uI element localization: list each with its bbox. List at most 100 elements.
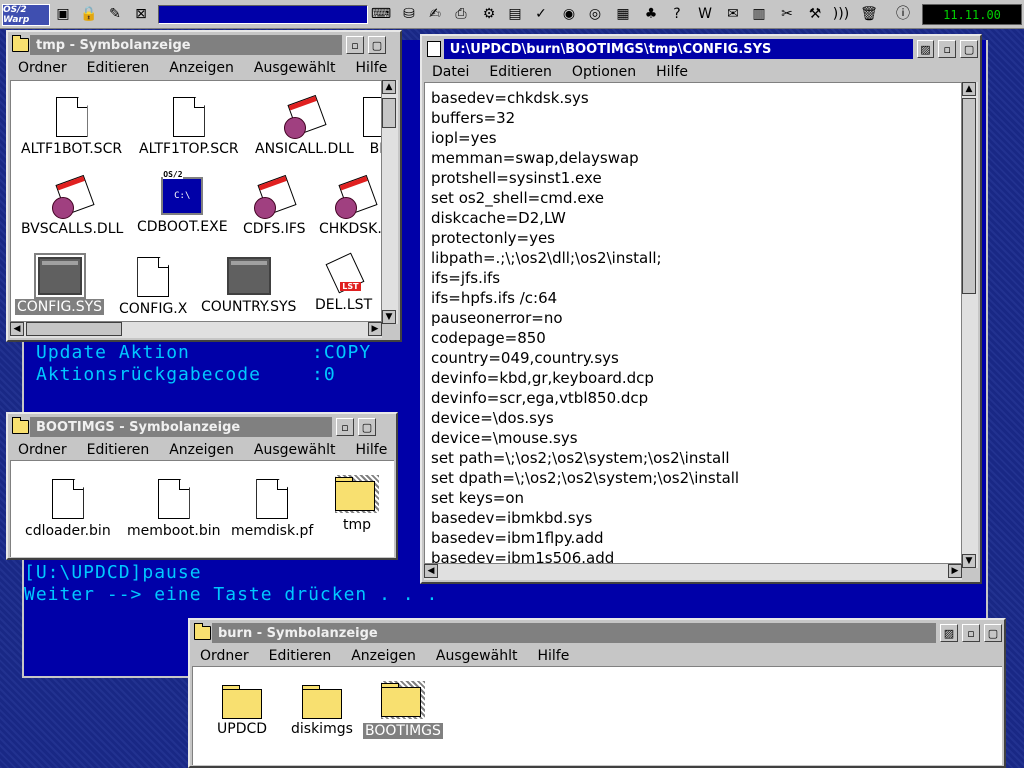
- picture-viewer-icon[interactable]: ▦: [612, 3, 634, 25]
- minimize-button[interactable]: ▫: [346, 36, 364, 54]
- file-icon-item[interactable]: C:\ CDBOOT.EXE: [135, 170, 230, 235]
- book-icon[interactable]: ▥: [748, 3, 770, 25]
- maximize-button[interactable]: ▢: [984, 624, 1002, 642]
- menu-anzeigen[interactable]: Anzeigen: [341, 648, 426, 664]
- shutdown-icon[interactable]: ⊠: [130, 3, 152, 25]
- tools-icon[interactable]: ⚒: [804, 3, 826, 25]
- text-editor-area[interactable]: basedev=chkdsk.sys buffers=32 iopl=yes memm…: [424, 82, 962, 569]
- info-icon[interactable]: ⓘ: [892, 3, 914, 25]
- menu-editieren[interactable]: Editieren: [259, 648, 342, 664]
- menu-ausgewaehlt[interactable]: Ausgewählt: [244, 442, 346, 458]
- folder-icon-item[interactable]: BOOTIMGS: [363, 681, 443, 739]
- scroll-up-button[interactable]: ▲: [382, 80, 396, 94]
- icon-area[interactable]: UPDCD diskimgs BOOTIMGS: [192, 666, 1002, 765]
- config-line[interactable]: set os2_shell=cmd.exe: [431, 189, 604, 207]
- folder-icon[interactable]: [192, 623, 212, 643]
- file-icon-item[interactable]: CDFS.IFS: [241, 174, 308, 237]
- folder-icon[interactable]: ▤: [504, 3, 526, 25]
- scroll-down-button[interactable]: ▼: [962, 554, 976, 568]
- menu-editieren[interactable]: Editieren: [479, 64, 562, 80]
- config-line[interactable]: ifs=jfs.ifs: [431, 269, 500, 287]
- scroll-left-button[interactable]: ◀: [424, 564, 438, 578]
- file-icon-item[interactable]: ANSICALL.DLL: [253, 94, 356, 157]
- window-title[interactable]: BOOTIMGS - Symbolanzeige: [30, 417, 332, 437]
- config-line[interactable]: codepage=850: [431, 329, 546, 347]
- config-line[interactable]: memman=swap,delayswap: [431, 149, 639, 167]
- scroll-right-button[interactable]: ▶: [368, 322, 382, 336]
- menu-ordner[interactable]: Ordner: [10, 60, 77, 76]
- scroll-up-button[interactable]: ▲: [962, 82, 976, 96]
- file-icon-item[interactable]: COUNTRY.SYS: [199, 257, 298, 315]
- config-line[interactable]: device=\mouse.sys: [431, 429, 578, 447]
- firefox-icon[interactable]: ◉: [558, 3, 580, 25]
- config-line[interactable]: basedev=chkdsk.sys: [431, 89, 589, 107]
- burn-folder-window[interactable]: burn - Symbolanzeige ▨ ▫ ▢ Ordner Editie…: [188, 618, 1006, 768]
- tmp-folder-window[interactable]: tmp - Symbolanzeige ▫ ▢ Ordner Editieren…: [6, 30, 402, 342]
- horizontal-scrollbar[interactable]: ◀ ▶: [10, 321, 382, 338]
- windows-list-icon[interactable]: ▣: [52, 3, 74, 25]
- file-icon-item[interactable]: ALTF1TOP.SCR: [137, 97, 241, 157]
- gear-icon[interactable]: ⚙: [478, 3, 500, 25]
- minimize-button[interactable]: ▫: [938, 40, 957, 58]
- config-line[interactable]: protectonly=yes: [431, 229, 555, 247]
- config-line[interactable]: basedev=ibm1flpy.add: [431, 529, 604, 547]
- file-icon-item[interactable]: CONFIG.X: [117, 257, 189, 317]
- config-line[interactable]: iopl=yes: [431, 129, 497, 147]
- menu-ordner[interactable]: Ordner: [10, 442, 77, 458]
- vertical-scrollbar[interactable]: ▲ ▼: [381, 80, 398, 324]
- tree-icon[interactable]: ♣: [640, 3, 662, 25]
- menu-ausgewaehlt[interactable]: Ausgewählt: [244, 60, 346, 76]
- file-icon-item[interactable]: ALTF1BOT.SCR: [19, 97, 124, 157]
- config-line[interactable]: set keys=on: [431, 489, 524, 507]
- icon-area[interactable]: ALTF1BOT.SCR ALTF1TOP.SCR ANSICALL.DLL B…: [10, 80, 382, 325]
- maximize-button[interactable]: ▢: [960, 40, 979, 58]
- menu-hilfe[interactable]: Hilfe: [345, 442, 397, 458]
- config-line[interactable]: protshell=sysinst1.exe: [431, 169, 602, 187]
- config-line[interactable]: country=049,country.sys: [431, 349, 619, 367]
- menu-hilfe[interactable]: Hilfe: [345, 60, 397, 76]
- file-icon-item[interactable]: memboot.bin: [125, 479, 223, 539]
- menu-datei[interactable]: Datei: [424, 64, 479, 80]
- os2-warp-icon[interactable]: W: [694, 3, 716, 25]
- bootimgs-folder-window[interactable]: BOOTIMGS - Symbolanzeige ▫ ▢ Ordner Edit…: [6, 412, 398, 560]
- printer-icon[interactable]: ⎙: [450, 3, 472, 25]
- menu-editieren[interactable]: Editieren: [77, 60, 160, 76]
- vertical-scrollbar[interactable]: ▲ ▼: [961, 82, 978, 568]
- config-line[interactable]: diskcache=D2,LW: [431, 209, 566, 227]
- config-line[interactable]: device=\dos.sys: [431, 409, 554, 427]
- menu-hilfe[interactable]: Hilfe: [527, 648, 579, 664]
- file-icon-item[interactable]: CHKDSK.S: [317, 174, 382, 237]
- config-sys-editor-window[interactable]: U:\UPDCD\burn\BOOTIMGS\tmp\CONFIG.SYS ▨ …: [420, 34, 982, 584]
- config-line[interactable]: ifs=hpfs.ifs /c:64: [431, 289, 557, 307]
- file-icon-item[interactable]: CONFIG.SYS: [15, 253, 105, 315]
- folder-icon-item[interactable]: UPDCD: [215, 683, 269, 737]
- config-line[interactable]: set path=\;\os2;\os2\system;\os2\install: [431, 449, 730, 467]
- maximize-button[interactable]: ▢: [358, 418, 376, 436]
- scroll-thumb[interactable]: [962, 98, 976, 294]
- scroll-right-button[interactable]: ▶: [948, 564, 962, 578]
- config-line[interactable]: set dpath=\;\os2;\os2\system;\os2\instal…: [431, 469, 739, 487]
- icon-area[interactable]: cdloader.bin memboot.bin memdisk.pf tmp: [10, 460, 394, 557]
- minimize-button[interactable]: ▫: [962, 624, 980, 642]
- selective-install-icon[interactable]: ✉: [722, 3, 744, 25]
- folder-icon-item[interactable]: diskimgs: [289, 683, 355, 737]
- menu-ordner[interactable]: Ordner: [192, 648, 259, 664]
- config-line[interactable]: libpath=.;\;\os2\dll;\os2\install;: [431, 249, 662, 267]
- cd-icon[interactable]: ◎: [584, 3, 606, 25]
- close-button[interactable]: ▨: [916, 40, 935, 58]
- scroll-thumb[interactable]: [382, 98, 396, 128]
- notes-icon[interactable]: ✂: [776, 3, 798, 25]
- document-icon[interactable]: [424, 39, 444, 59]
- os2-warp-logo[interactable]: OS/2 Warp: [2, 4, 50, 26]
- menu-editieren[interactable]: Editieren: [77, 442, 160, 458]
- menu-anzeigen[interactable]: Anzeigen: [159, 60, 244, 76]
- scroll-left-button[interactable]: ◀: [10, 322, 24, 336]
- file-icon-item[interactable]: BK: [363, 97, 382, 157]
- config-line[interactable]: pauseonerror=no: [431, 309, 563, 327]
- file-icon-item[interactable]: cdloader.bin: [23, 479, 113, 539]
- window-title[interactable]: U:\UPDCD\burn\BOOTIMGS\tmp\CONFIG.SYS: [443, 39, 913, 59]
- menu-ausgewaehlt[interactable]: Ausgewählt: [426, 648, 528, 664]
- file-icon-item[interactable]: memdisk.pf: [229, 479, 315, 539]
- file-icon-item[interactable]: BVSCALLS.DLL: [19, 174, 125, 237]
- window-title[interactable]: burn - Symbolanzeige: [212, 623, 936, 643]
